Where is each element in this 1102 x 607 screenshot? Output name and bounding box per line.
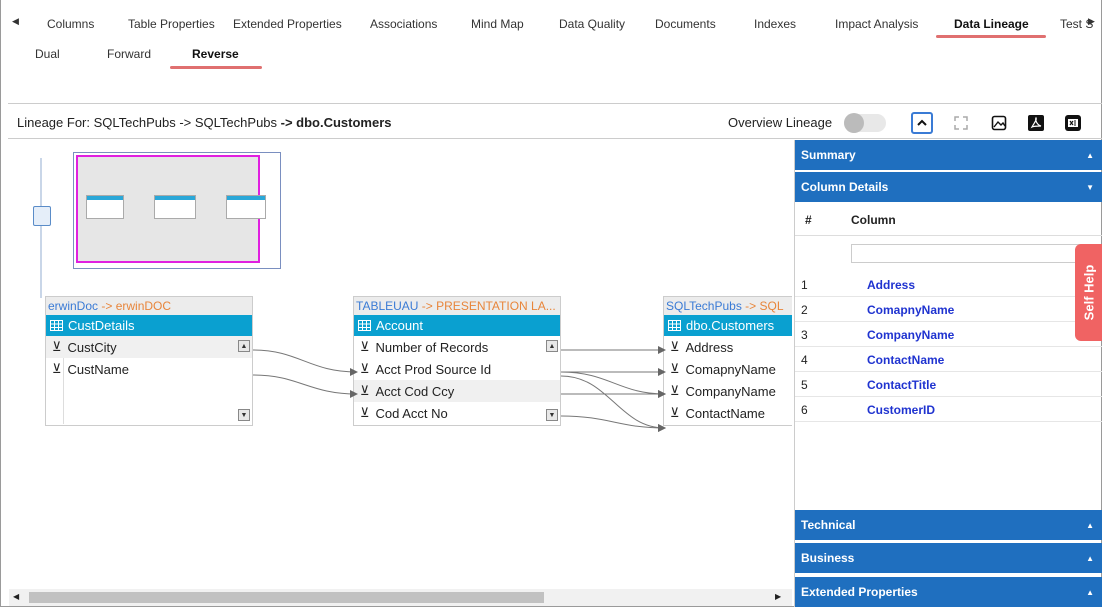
tab-associations[interactable]: Associations <box>370 17 437 31</box>
accordion-title: Extended Properties <box>801 585 918 599</box>
row-column-name[interactable]: CompanyName <box>867 328 954 342</box>
self-help-button[interactable]: Self Help <box>1075 244 1102 341</box>
tab-documents[interactable]: Documents <box>655 17 716 31</box>
column-detail-row[interactable]: 1 Address <box>795 272 1102 297</box>
overview-lineage-toggle[interactable] <box>844 113 886 133</box>
scrollbar-thumb[interactable] <box>29 592 544 603</box>
fit-to-screen-button[interactable] <box>950 112 972 134</box>
tab-bar: ◀ Columns Table Properties Extended Prop… <box>0 0 1102 40</box>
row-number: 3 <box>801 328 808 342</box>
lineage-edges <box>252 346 666 432</box>
row-column-name[interactable]: ComapnyName <box>867 303 954 317</box>
chevron-down-icon: ▼ <box>1086 183 1094 192</box>
row-column-name[interactable]: ContactTitle <box>867 378 936 392</box>
collapse-up-button[interactable] <box>911 112 933 134</box>
expand-icon <box>954 116 968 130</box>
lineage-target: -> dbo.Customers <box>280 115 392 130</box>
chevron-up-icon <box>917 119 927 126</box>
lineage-canvas[interactable]: erwinDoc -> erwinDOC CustDetails ⊻ CustCi… <box>9 140 792 589</box>
accordion-title: Technical <box>801 518 856 532</box>
image-icon <box>991 115 1007 131</box>
export-excel-button[interactable] <box>1062 112 1084 134</box>
column-detail-row[interactable]: 5 ContactTitle <box>795 372 1102 397</box>
accordion-title: Business <box>801 551 855 565</box>
subtab-reverse[interactable]: Reverse <box>192 47 239 61</box>
subtab-dual[interactable]: Dual <box>35 47 60 61</box>
row-number: 4 <box>801 353 808 367</box>
tab-data-lineage[interactable]: Data Lineage <box>954 17 1029 31</box>
tab-indexes[interactable]: Indexes <box>754 17 796 31</box>
export-pdf-button[interactable] <box>1025 112 1047 134</box>
header-column[interactable]: Column <box>851 213 896 227</box>
row-column-name[interactable]: Address <box>867 278 915 292</box>
canvas-horizontal-scrollbar[interactable]: ◀ ▶ <box>9 589 792 606</box>
column-detail-row[interactable]: 6 CustomerID <box>795 397 1102 422</box>
tab-data-quality[interactable]: Data Quality <box>559 17 625 31</box>
tab-mind-map[interactable]: Mind Map <box>471 17 524 31</box>
row-number: 5 <box>801 378 808 392</box>
column-detail-row[interactable]: 3 CompanyName <box>795 322 1102 347</box>
chevron-up-icon: ▲ <box>1086 554 1094 563</box>
active-subtab-indicator <box>170 66 262 69</box>
column-detail-row[interactable]: 4 ContactName <box>795 347 1102 372</box>
column-details-accordion[interactable]: Column Details ▼ <box>795 172 1102 202</box>
subtab-forward[interactable]: Forward <box>107 47 151 61</box>
column-table-header: # Column <box>795 202 1102 236</box>
column-detail-row[interactable]: 2 ComapnyName <box>795 297 1102 322</box>
edge-acct-prod-company <box>560 371 666 398</box>
details-panel: Summary ▲ Column Details ▼ # Column 1 Addre… <box>794 140 1102 607</box>
overview-lineage-label: Overview Lineage <box>728 115 833 130</box>
lineage-path: Lineage For: SQLTechPubs -> SQLTechPubs <box>17 115 281 130</box>
chevron-up-icon: ▲ <box>1086 588 1094 597</box>
row-column-name[interactable]: CustomerID <box>867 403 935 417</box>
row-number: 6 <box>801 403 808 417</box>
header-number: # <box>805 213 812 227</box>
tab-extended-properties[interactable]: Extended Properties <box>233 17 342 31</box>
column-filter-input[interactable] <box>851 244 1101 263</box>
lineage-header: Lineage For: SQLTechPubs -> SQLTechPubs … <box>8 103 1102 139</box>
tab-table-properties[interactable]: Table Properties <box>128 17 215 31</box>
export-image-button[interactable] <box>988 112 1010 134</box>
toggle-knob <box>844 113 864 133</box>
tab-columns[interactable]: Columns <box>47 17 94 31</box>
row-number: 2 <box>801 303 808 317</box>
pdf-icon <box>1028 115 1044 131</box>
edge-acct-prod-contact <box>560 375 666 432</box>
lineage-for-label: Lineage For: SQLTechPubs -> SQLTechPubs … <box>17 115 392 130</box>
business-accordion[interactable]: Business ▲ <box>795 543 1102 573</box>
technical-accordion[interactable]: Technical ▲ <box>795 510 1102 540</box>
edge-custcity-acct-prod <box>252 349 358 376</box>
extended-properties-accordion[interactable]: Extended Properties ▲ <box>795 577 1102 607</box>
scroll-right-icon[interactable]: ▶ <box>775 592 781 601</box>
row-number: 1 <box>801 278 808 292</box>
tab-scroll-left-icon[interactable]: ◀ <box>12 16 20 28</box>
accordion-title: Column Details <box>801 180 889 194</box>
scroll-left-icon[interactable]: ◀ <box>13 592 19 601</box>
excel-icon <box>1065 115 1081 131</box>
row-column-name[interactable]: ContactName <box>867 353 944 367</box>
tab-scroll-right-icon[interactable]: ▶ <box>1088 16 1096 28</box>
self-help-label: Self Help <box>1081 264 1096 321</box>
edge-custname-acct-cod <box>252 374 358 398</box>
chevron-up-icon: ▲ <box>1086 151 1094 160</box>
chevron-up-icon: ▲ <box>1086 521 1094 530</box>
active-tab-indicator <box>936 35 1046 38</box>
accordion-title: Summary <box>801 148 856 162</box>
summary-accordion[interactable]: Summary ▲ <box>795 140 1102 170</box>
tab-impact-analysis[interactable]: Impact Analysis <box>835 17 918 31</box>
